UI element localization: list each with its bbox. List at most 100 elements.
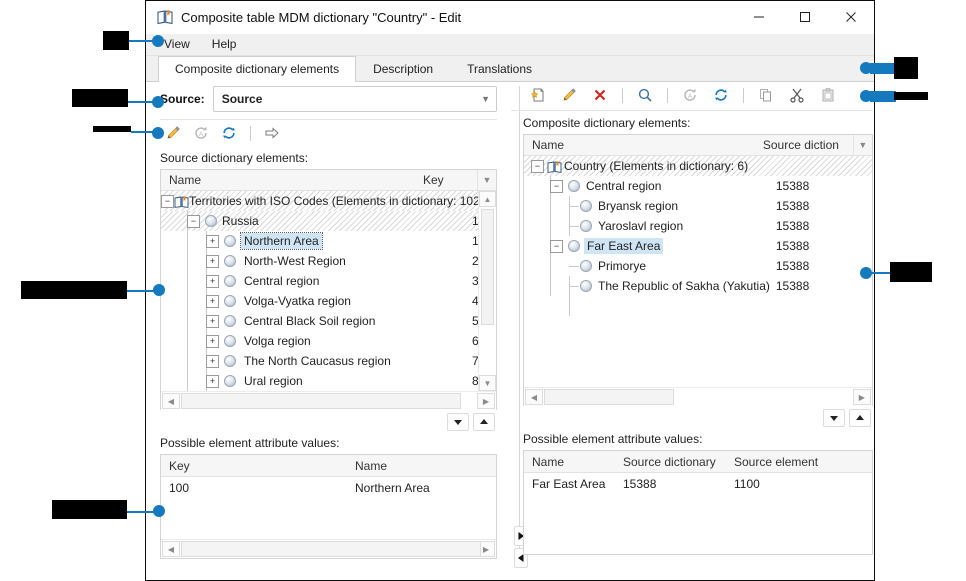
- grid-column-name[interactable]: Name: [524, 455, 615, 469]
- scrollbar-thumb[interactable]: [544, 389, 674, 405]
- composite-tree-hscrollbar[interactable]: ◀ ▶: [524, 387, 872, 406]
- tab-strip: Composite dictionary elements Descriptio…: [146, 56, 874, 82]
- tree-row[interactable]: − Far East Area 15388: [524, 236, 872, 256]
- close-icon[interactable]: [828, 1, 874, 33]
- dictionary-book-icon: [174, 195, 189, 208]
- scrollbar-thumb[interactable]: [181, 541, 481, 557]
- refresh-icon[interactable]: [706, 83, 736, 107]
- tree-row-label: Yaroslavl region: [598, 219, 683, 233]
- expand-expander-icon[interactable]: +: [206, 355, 219, 368]
- grid-column-key[interactable]: Key: [161, 459, 347, 473]
- tab-translations[interactable]: Translations: [450, 56, 549, 81]
- grid-row[interactable]: Far East Area 15388 1100: [524, 473, 872, 495]
- scroll-down-arrow-icon[interactable]: ▼: [479, 375, 496, 391]
- collapse-expander-icon[interactable]: −: [550, 180, 563, 193]
- scroll-right-arrow-icon[interactable]: ▶: [853, 389, 871, 405]
- scroll-up-arrow-icon[interactable]: ▲: [479, 191, 496, 207]
- collapse-expander-icon[interactable]: −: [161, 195, 174, 208]
- source-attribute-grid[interactable]: Key Name 100 Northern Area ◀ ▶: [160, 454, 497, 559]
- tree-row-source: 15388: [770, 279, 872, 293]
- delete-x-icon[interactable]: [585, 83, 615, 107]
- scrollbar-track[interactable]: [181, 393, 476, 409]
- tree-row[interactable]: + Northern Area 100: [161, 231, 496, 251]
- cut-icon[interactable]: [782, 83, 812, 107]
- tree-row[interactable]: + North-West Region 200: [161, 251, 496, 271]
- edit-pencil-icon[interactable]: [554, 83, 584, 107]
- expand-expander-icon[interactable]: +: [206, 235, 219, 248]
- source-tree-vscrollbar[interactable]: ▲ ▼: [478, 191, 496, 391]
- tree-row[interactable]: + Ural region 800: [161, 371, 496, 391]
- tree-row[interactable]: + Volga region 600: [161, 331, 496, 351]
- expand-expander-icon[interactable]: +: [206, 255, 219, 268]
- scroll-left-arrow-icon[interactable]: ◀: [162, 541, 180, 557]
- tree-row-label: Primorye: [598, 259, 646, 273]
- arrow-right-icon[interactable]: [259, 122, 285, 144]
- source-grid-hscrollbar[interactable]: ◀ ▶: [161, 539, 496, 558]
- expand-expander-icon[interactable]: +: [206, 335, 219, 348]
- scroll-left-arrow-icon[interactable]: ◀: [162, 393, 180, 409]
- tree-row[interactable]: − Central region 15388: [524, 176, 872, 196]
- tree-row[interactable]: The Republic of Sakha (Yakutia) 15388: [524, 276, 872, 296]
- tab-description[interactable]: Description: [356, 56, 450, 81]
- tree-row[interactable]: − Russia 100: [161, 211, 496, 231]
- column-header-key[interactable]: Key: [409, 173, 477, 187]
- scrollbar-track[interactable]: [181, 541, 476, 557]
- source-tree[interactable]: Name Key ▼ −: [160, 169, 497, 410]
- source-combobox-value: Source: [222, 92, 481, 106]
- expand-expander-icon[interactable]: +: [206, 315, 219, 328]
- composite-tree[interactable]: Name Source diction ▼ −: [523, 134, 873, 406]
- tree-row[interactable]: Yaroslavl region 15388: [524, 216, 872, 236]
- grid-column-source-dictionary[interactable]: Source dictionary: [615, 455, 726, 469]
- tree-row-label: Volga-Vyatka region: [244, 294, 351, 308]
- callout-left-toolbar-anchor: [152, 127, 164, 139]
- grid-row[interactable]: 100 Northern Area: [161, 477, 496, 499]
- expand-expander-icon[interactable]: +: [206, 295, 219, 308]
- tab-composite-dictionary-elements[interactable]: Composite dictionary elements: [158, 56, 356, 82]
- collapse-expander-icon[interactable]: −: [187, 215, 200, 228]
- expand-expander-icon[interactable]: +: [206, 275, 219, 288]
- minimize-icon[interactable]: [736, 1, 782, 33]
- tree-row[interactable]: + The North Caucasus region 700: [161, 351, 496, 371]
- element-sphere-icon: [224, 235, 236, 247]
- maximize-icon[interactable]: [782, 1, 828, 33]
- source-tree-hscrollbar[interactable]: ◀ ▶: [161, 391, 496, 410]
- tree-row[interactable]: − Country (Eleme: [524, 156, 872, 176]
- grid-column-name[interactable]: Name: [347, 459, 496, 473]
- refresh-icon[interactable]: [216, 122, 242, 144]
- search-icon[interactable]: [630, 83, 660, 107]
- svg-text:A: A: [199, 132, 203, 138]
- move-up-button[interactable]: [473, 413, 495, 431]
- chevron-down-icon[interactable]: ▼: [477, 170, 496, 190]
- tree-row[interactable]: + Central region 300: [161, 271, 496, 291]
- element-sphere-icon: [224, 335, 236, 347]
- move-down-button[interactable]: [823, 409, 845, 427]
- menu-item-help[interactable]: Help: [202, 34, 249, 55]
- move-up-button[interactable]: [849, 409, 871, 427]
- new-document-icon[interactable]: [523, 83, 553, 107]
- scrollbar-thumb[interactable]: [481, 209, 494, 325]
- chevron-down-icon[interactable]: ▼: [853, 135, 872, 155]
- expand-expander-icon[interactable]: +: [206, 375, 219, 388]
- scroll-left-arrow-icon[interactable]: ◀: [525, 389, 543, 405]
- column-header-name[interactable]: Name: [524, 138, 763, 152]
- source-combobox[interactable]: Source ▼: [213, 86, 497, 112]
- collapse-expander-icon[interactable]: −: [531, 160, 544, 173]
- collapse-expander-icon[interactable]: −: [550, 240, 563, 253]
- scroll-right-arrow-icon[interactable]: ▶: [477, 393, 495, 409]
- column-header-name[interactable]: Name: [161, 173, 409, 187]
- scrollbar-thumb[interactable]: [181, 393, 461, 409]
- scrollbar-track[interactable]: [544, 389, 852, 405]
- composite-attribute-grid[interactable]: Name Source dictionary Source element Fa…: [523, 450, 873, 555]
- tree-row[interactable]: Primorye 15388: [524, 256, 872, 276]
- source-grid-caption: Possible element attribute values:: [146, 431, 511, 454]
- tree-elbow-line: [569, 286, 579, 287]
- window-title: Composite table MDM dictionary "Country"…: [181, 10, 461, 25]
- tree-row[interactable]: − Territories wi: [161, 191, 496, 211]
- tree-row[interactable]: Bryansk region 15388: [524, 196, 872, 216]
- column-header-source-dictionary[interactable]: Source diction: [763, 138, 853, 152]
- tree-row-source: 15388: [770, 219, 872, 233]
- tree-row[interactable]: + Central Black Soil region 500: [161, 311, 496, 331]
- tree-row[interactable]: + Volga-Vyatka region 400: [161, 291, 496, 311]
- grid-column-source-element[interactable]: Source element: [726, 455, 872, 469]
- move-down-button[interactable]: [447, 413, 469, 431]
